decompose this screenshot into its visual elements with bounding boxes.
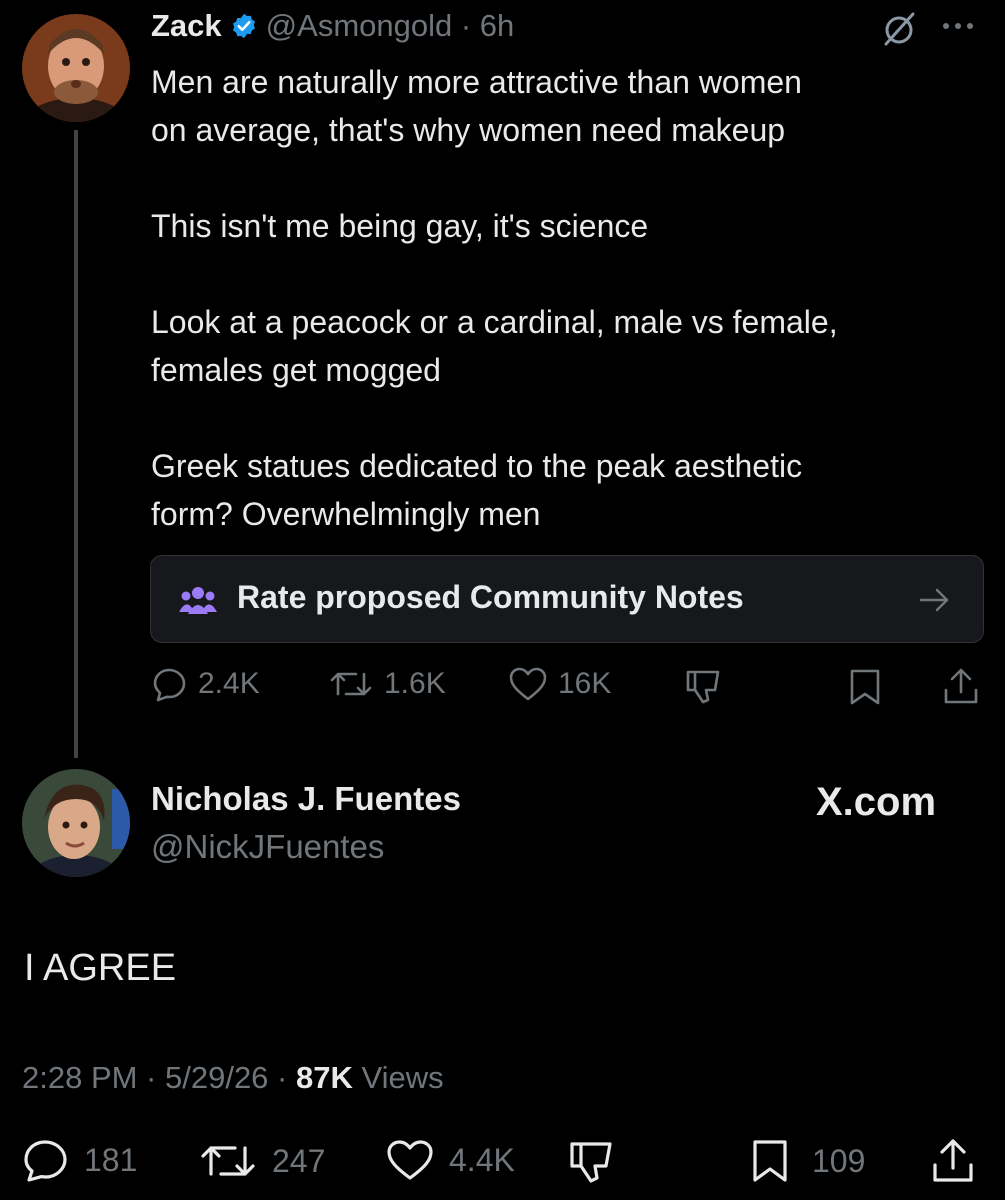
bookmark-icon[interactable] <box>848 668 882 706</box>
like-icon <box>385 1138 435 1182</box>
dislike-icon[interactable] <box>684 666 726 706</box>
like-icon <box>508 666 548 702</box>
share-icon[interactable] <box>942 666 980 706</box>
reply-bookmark-button[interactable]: 109 <box>750 1138 865 1184</box>
reply-reply-button[interactable]: 181 <box>22 1138 137 1182</box>
repost-icon <box>328 666 374 702</box>
reply-handle[interactable]: @NickJFuentes <box>151 828 384 866</box>
reply-count: 181 <box>84 1141 138 1178</box>
reply-meta: 2:28 PM · 5/29/26 · 87K Views <box>22 1060 444 1096</box>
reply-text: I AGREE <box>24 947 177 989</box>
repost-count: 1.6K <box>384 667 446 700</box>
verified-badge-icon <box>230 12 258 40</box>
handle-time[interactable]: @Asmongold · 6h <box>266 8 515 44</box>
reply-like-button[interactable]: 4.4K <box>385 1138 515 1182</box>
community-notes-icon <box>179 584 217 616</box>
reply-timestamp[interactable]: 2:28 PM · 5/29/26 · <box>22 1060 296 1095</box>
repost-button[interactable]: 1.6K <box>328 666 446 702</box>
like-count: 16K <box>558 667 612 700</box>
bookmark-count: 109 <box>812 1142 866 1179</box>
source-label: X.com <box>816 780 937 824</box>
bookmark-icon <box>750 1138 790 1184</box>
grok-icon[interactable] <box>880 10 918 48</box>
tweet-text: Men are naturally more attractive than w… <box>151 64 838 532</box>
avatar-nickjfuentes[interactable] <box>22 769 130 877</box>
reply-icon <box>152 666 188 702</box>
community-notes-label: Rate proposed Community Notes <box>237 579 744 615</box>
reply-count: 2.4K <box>198 667 260 700</box>
share-icon[interactable] <box>930 1136 976 1184</box>
like-button[interactable]: 16K <box>508 666 611 702</box>
dislike-icon[interactable] <box>568 1138 618 1184</box>
more-icon[interactable] <box>940 14 976 38</box>
reply-repost-button[interactable]: 247 <box>198 1140 325 1182</box>
repost-count: 247 <box>272 1142 326 1179</box>
views-count: 87K <box>295 1060 353 1095</box>
avatar-asmongold[interactable] <box>22 14 130 122</box>
repost-icon <box>198 1140 258 1182</box>
reply-button[interactable]: 2.4K <box>152 666 260 702</box>
author-name[interactable]: Zack <box>151 8 222 44</box>
reply-author-name[interactable]: Nicholas J. Fuentes <box>151 780 461 818</box>
reply-icon <box>22 1138 70 1182</box>
like-count: 4.4K <box>449 1141 515 1178</box>
community-notes-banner[interactable]: Rate proposed Community Notes <box>150 555 984 643</box>
thread-line <box>74 130 78 758</box>
views-label: Views <box>352 1060 444 1095</box>
tweet-header: Zack @Asmongold · 6h <box>151 4 514 48</box>
arrow-right-icon <box>919 586 951 614</box>
